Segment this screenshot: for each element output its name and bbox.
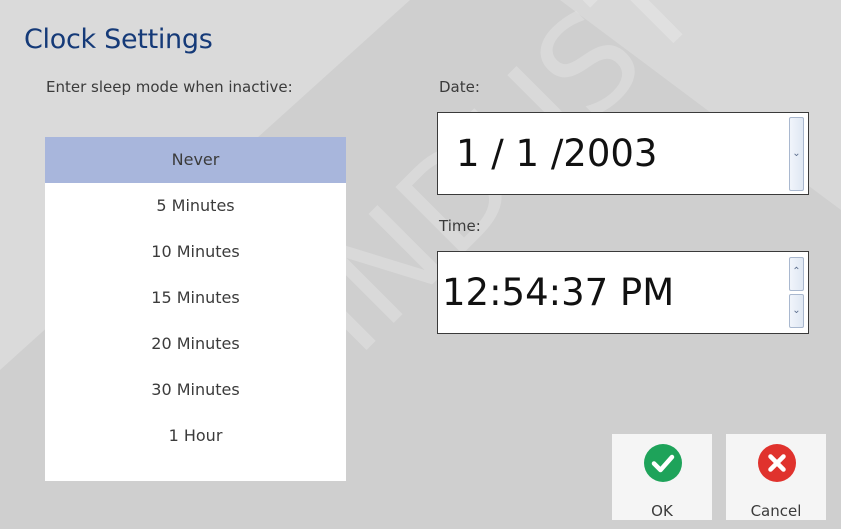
time-value: 12:54:37 PM: [442, 271, 675, 314]
sleep-option-20-minutes[interactable]: 20 Minutes: [45, 321, 346, 367]
date-label: Date:: [439, 78, 480, 96]
chevron-down-icon: ⌄: [792, 148, 801, 159]
sleep-mode-list[interactable]: Never 5 Minutes 10 Minutes 15 Minutes 20…: [45, 137, 346, 481]
x-icon: [758, 444, 796, 482]
dialog-title: Clock Settings: [24, 24, 213, 55]
time-field[interactable]: 12:54:37 PM ⌃ ⌄: [437, 251, 809, 334]
sleep-option-15-minutes[interactable]: 15 Minutes: [45, 275, 346, 321]
date-dropdown-button[interactable]: ⌄: [789, 117, 804, 191]
sleep-option-30-minutes[interactable]: 30 Minutes: [45, 367, 346, 413]
chevron-down-icon: ⌄: [792, 305, 801, 316]
cancel-label: Cancel: [750, 502, 802, 520]
sleep-option-10-minutes[interactable]: 10 Minutes: [45, 229, 346, 275]
cancel-button[interactable]: Cancel: [726, 434, 826, 520]
date-value: 1 / 1 /2003: [456, 132, 658, 175]
ok-label: OK: [651, 502, 673, 520]
sleep-option-1-hour[interactable]: 1 Hour: [45, 413, 346, 459]
checkmark-icon: [644, 444, 682, 482]
ok-button[interactable]: OK: [612, 434, 712, 520]
chevron-up-icon: ⌃: [792, 266, 801, 277]
sleep-option-5-minutes[interactable]: 5 Minutes: [45, 183, 346, 229]
time-decrement-button[interactable]: ⌄: [789, 294, 804, 328]
sleep-mode-label: Enter sleep mode when inactive:: [46, 78, 293, 96]
date-field[interactable]: 1 / 1 /2003 ⌄: [437, 112, 809, 195]
sleep-option-never[interactable]: Never: [45, 137, 346, 183]
time-label: Time:: [439, 217, 481, 235]
time-increment-button[interactable]: ⌃: [789, 257, 804, 291]
